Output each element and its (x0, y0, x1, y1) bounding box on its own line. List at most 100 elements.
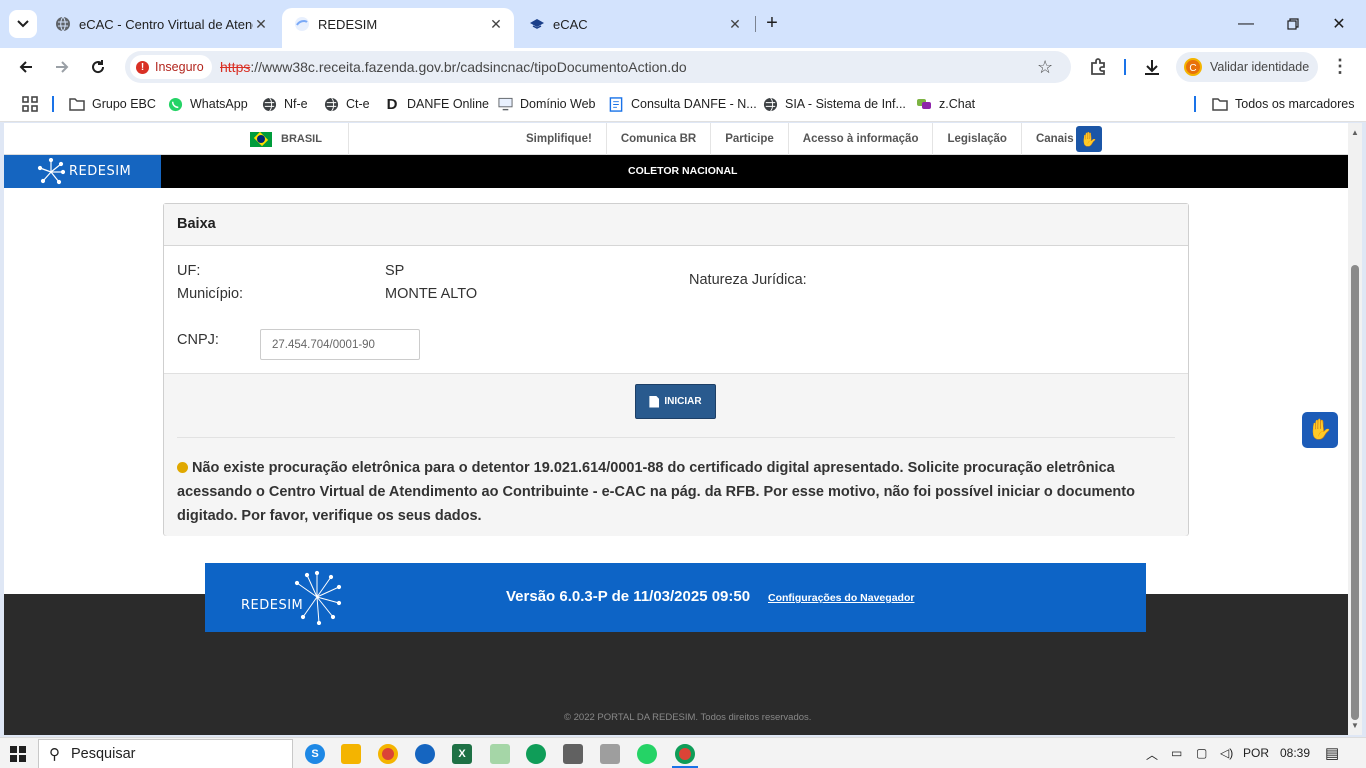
new-tab-button[interactable]: + (762, 13, 782, 34)
extensions-button[interactable] (1086, 55, 1110, 79)
security-chip[interactable]: ! Inseguro (130, 55, 212, 79)
chevron-up-icon[interactable]: ︿ (1146, 746, 1158, 763)
divider (177, 437, 1175, 438)
bookmark-label: Grupo EBC (92, 97, 156, 111)
scroll-thumb[interactable] (1351, 265, 1359, 720)
sign-language-widget-icon[interactable]: ✋ (1302, 412, 1338, 448)
gov-brasil-link[interactable]: BRASIL (250, 123, 349, 155)
warning-icon: ! (136, 60, 149, 74)
gov-link-comunica-br[interactable]: Comunica BR (607, 123, 712, 155)
restore-icon (1287, 18, 1299, 30)
bookmark-ct-e[interactable]: Ct-e (323, 94, 370, 114)
skype-icon[interactable]: S (305, 744, 325, 764)
taskbar-search-placeholder: Pesquisar (71, 746, 136, 762)
notepad-icon[interactable] (490, 744, 510, 764)
notifications-icon[interactable]: ▤ (1325, 744, 1339, 762)
volume-icon[interactable]: ◁) (1220, 746, 1233, 760)
battery-icon[interactable]: ▭ (1171, 746, 1182, 760)
excel-icon[interactable]: X (452, 744, 472, 764)
gov-link-participe[interactable]: Participe (711, 123, 789, 155)
bookmark-danfe-online[interactable]: D DANFE Online (384, 94, 489, 114)
bookmark-sia[interactable]: SIA - Sistema de Inf... (762, 94, 906, 114)
vertical-scrollbar[interactable]: ▲ ▼ (1348, 123, 1362, 735)
tab-ecac-centro-virtual[interactable]: eCAC - Centro Virtual de Atend ✕ (43, 8, 279, 40)
browser-toolbar: ! Inseguro https://www38c.receita.fazend… (0, 48, 1366, 86)
cnpj-field[interactable] (260, 329, 420, 360)
chat-icon (916, 96, 932, 112)
iniciar-button[interactable]: INICIAR (635, 384, 716, 419)
bookmark-label: WhatsApp (190, 97, 248, 111)
warning-message: Não existe procuração eletrônica para o … (177, 456, 1177, 528)
monitor-icon (497, 96, 513, 112)
reload-button[interactable] (84, 53, 112, 81)
browser-settings-link[interactable]: Configurações do Navegador (768, 592, 914, 604)
warning-icon (177, 462, 188, 473)
calculator-icon[interactable] (600, 744, 620, 764)
redesim-header: REDESIM COLETOR NACIONAL (4, 155, 1348, 188)
minimize-button[interactable]: — (1234, 12, 1258, 36)
puzzle-icon (1091, 58, 1105, 75)
gov-link-acesso-informacao[interactable]: Acesso à informação (789, 123, 934, 155)
uf-value: SP (385, 263, 405, 279)
bookmark-star-icon[interactable]: ☆ (1037, 57, 1057, 77)
panel-footer: INICIAR Não existe procuração eletrônica… (164, 373, 1188, 536)
download-icon (1145, 60, 1159, 75)
address-bar[interactable]: ! Inseguro https://www38c.receita.fazend… (125, 51, 1071, 83)
bookmark-whatsapp[interactable]: WhatsApp (167, 94, 248, 114)
file-explorer-icon[interactable] (341, 744, 361, 764)
bookmark-label: Domínio Web (520, 97, 596, 111)
validate-identity-button[interactable]: C Validar identidade (1176, 52, 1318, 82)
reload-icon (92, 60, 105, 74)
chrome-icon[interactable] (378, 744, 398, 764)
bookmark-grupo-ebc[interactable]: Grupo EBC (69, 94, 156, 114)
toolbar-divider (1124, 59, 1126, 75)
document-icon (649, 395, 660, 408)
firefox-icon[interactable] (415, 744, 435, 764)
bookmarks-bar: Grupo EBC WhatsApp Nf-e Ct-e D DANFE Onl… (0, 86, 1366, 122)
edge-icon[interactable] (526, 744, 546, 764)
bookmark-nf-e[interactable]: Nf-e (261, 94, 308, 114)
close-icon[interactable]: ✕ (488, 16, 504, 32)
document-icon (608, 96, 624, 112)
network-icon[interactable]: ▢ (1196, 746, 1207, 760)
windows-start-icon[interactable] (10, 746, 26, 762)
search-icon: ⚲ (49, 746, 60, 763)
security-label: Inseguro (155, 60, 204, 74)
close-window-button[interactable]: ✕ (1327, 12, 1351, 36)
whatsapp-icon[interactable] (637, 744, 657, 764)
gov-link-simplifique[interactable]: Simplifique! (512, 123, 607, 155)
bookmark-dominio-web[interactable]: Domínio Web (497, 94, 596, 114)
version-text: Versão 6.0.3-P de 11/03/2025 09:50 (506, 588, 751, 605)
bookmark-label: Consulta DANFE - N... (631, 97, 757, 111)
scroll-down-icon[interactable]: ▼ (1351, 721, 1359, 730)
scroll-up-icon[interactable]: ▲ (1351, 128, 1359, 137)
chrome-icon[interactable] (675, 744, 695, 764)
tab-redesim[interactable]: REDESIM ✕ (282, 8, 514, 48)
taskbar-search[interactable]: ⚲ Pesquisar (38, 739, 293, 768)
all-bookmarks[interactable]: Todos os marcadores (1212, 94, 1355, 114)
forward-button[interactable] (48, 53, 76, 81)
downloads-button[interactable] (1140, 55, 1164, 79)
close-icon[interactable]: ✕ (253, 16, 269, 32)
sign-language-icon[interactable]: ✋ (1076, 126, 1102, 152)
folder-icon (69, 96, 85, 112)
close-icon[interactable]: ✕ (727, 16, 743, 32)
validate-identity-label: Validar identidade (1210, 60, 1310, 74)
chevron-down-icon (17, 20, 29, 28)
apps-icon[interactable] (22, 94, 38, 114)
back-button[interactable] (12, 53, 40, 81)
app-icon[interactable] (563, 744, 583, 764)
restore-button[interactable] (1281, 12, 1305, 36)
globe-icon (323, 96, 339, 112)
gov-link-legislacao[interactable]: Legislação (933, 123, 1022, 155)
clock[interactable]: 08:39 (1280, 746, 1310, 760)
language-indicator[interactable]: POR (1243, 746, 1269, 760)
tab-ecac[interactable]: eCAC ✕ (517, 8, 753, 40)
bookmark-zchat[interactable]: z.Chat (916, 94, 975, 114)
url-text[interactable]: https://www38c.receita.fazenda.gov.br/ca… (220, 59, 687, 75)
redesim-logo[interactable]: REDESIM (4, 155, 161, 188)
more-menu-icon[interactable]: ⋮ (1330, 57, 1350, 77)
tab-search-button[interactable] (9, 10, 37, 38)
globe-icon (261, 96, 277, 112)
bookmark-consulta-danfe[interactable]: Consulta DANFE - N... (608, 94, 757, 114)
